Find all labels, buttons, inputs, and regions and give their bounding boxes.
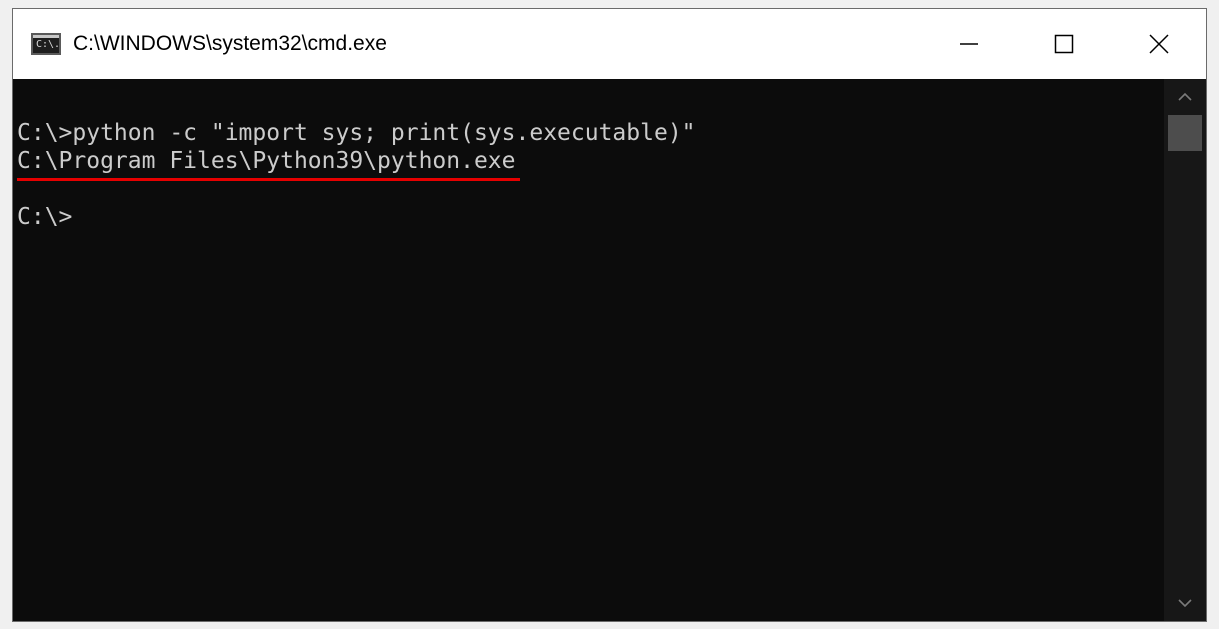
title-bar[interactable]: C:\. C:\WINDOWS\system32\cmd.exe <box>13 9 1206 79</box>
console-line-output-text: C:\Program Files\Python39\python.exe <box>17 148 516 174</box>
window-title: C:\WINDOWS\system32\cmd.exe <box>73 32 387 55</box>
console-app-icon-label: C:\. <box>36 39 61 50</box>
chevron-down-icon <box>1178 599 1192 608</box>
chevron-up-icon <box>1178 92 1192 101</box>
scroll-thumb[interactable] <box>1168 115 1202 151</box>
console-line-prompt: C:\> <box>17 203 1166 231</box>
console-prompt-text: C:\> <box>17 204 73 230</box>
highlighted-output: C:\Program Files\Python39\python.exe <box>17 147 520 181</box>
window-controls <box>921 9 1206 79</box>
scroll-up-button[interactable] <box>1164 79 1206 115</box>
console-app-icon[interactable]: C:\. <box>31 33 61 55</box>
console-output[interactable]: C:\>python -c "import sys; print(sys.exe… <box>13 79 1166 621</box>
console-line-command-text: C:\>python -c "import sys; print(sys.exe… <box>17 120 696 146</box>
vertical-scrollbar[interactable] <box>1164 79 1206 621</box>
maximize-button[interactable] <box>1016 9 1111 79</box>
close-icon <box>1148 34 1169 54</box>
minimize-icon <box>959 43 978 45</box>
cmd-window: C:\. C:\WINDOWS\system32\cmd.exe C:\>pyt… <box>12 8 1207 622</box>
console-line-output: C:\Program Files\Python39\python.exe <box>17 147 1166 181</box>
scroll-down-button[interactable] <box>1164 585 1206 621</box>
maximize-icon <box>1054 34 1073 54</box>
console-line-command: C:\>python -c "import sys; print(sys.exe… <box>17 119 1166 147</box>
minimize-button[interactable] <box>921 9 1016 79</box>
close-button[interactable] <box>1111 9 1206 79</box>
